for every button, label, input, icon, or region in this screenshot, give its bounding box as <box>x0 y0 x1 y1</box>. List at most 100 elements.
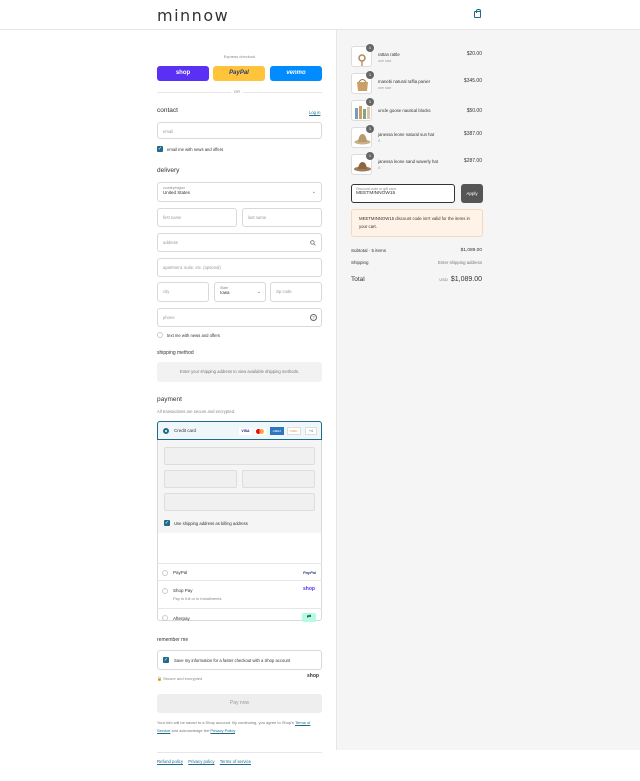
quantity-badge: 1 <box>366 152 374 160</box>
email-news-checkbox[interactable]: ✓ <box>157 146 163 152</box>
shopping-bag-icon[interactable] <box>474 9 481 18</box>
subtotal-label: Subtotal · 5 items <box>351 248 387 253</box>
divider <box>157 608 322 609</box>
afterpay-radio[interactable] <box>162 615 168 621</box>
country-value: United States <box>163 190 191 195</box>
help-icon[interactable]: ? <box>310 314 317 321</box>
security-code-field[interactable] <box>242 470 315 488</box>
remember-me-title: remember me <box>157 637 189 643</box>
expiration-field[interactable] <box>164 470 237 488</box>
apply-button[interactable]: Apply <box>461 184 483 203</box>
credit-card-radio[interactable] <box>163 428 169 434</box>
card-form: ✓ Use shipping address as billing addres… <box>158 440 321 533</box>
divider <box>157 563 322 564</box>
privacy-link[interactable]: Privacy Policy <box>210 728 235 733</box>
shop-pay-subtitle: Pay in full or in installments <box>173 596 222 601</box>
state-select[interactable]: State Iowa ⌄ <box>214 282 266 302</box>
product-name: janessa leone sand waverly hat <box>378 159 438 164</box>
or-label: OR <box>231 89 243 94</box>
product-variant: one size <box>378 59 392 63</box>
first-name-field[interactable]: first name <box>157 208 237 227</box>
contact-title: contact <box>157 107 178 114</box>
billing-checkbox[interactable]: ✓ <box>164 520 170 526</box>
product-name: rattan rattle <box>378 52 400 57</box>
product-price: $387.00 <box>463 131 482 137</box>
billing-label: Use shipping address as billing address <box>174 521 248 526</box>
discover-icon: DISC <box>287 427 301 435</box>
delivery-title: delivery <box>157 167 180 174</box>
discount-code-field[interactable]: Discount code or gift card MEETMINNOW15 <box>351 184 455 203</box>
shop-pay-radio[interactable] <box>162 588 168 594</box>
paypal-radio[interactable] <box>162 570 168 576</box>
search-icon <box>310 240 316 246</box>
amex-icon: AMEX <box>270 427 284 435</box>
payment-title: payment <box>157 396 182 403</box>
last-name-field[interactable]: last name <box>242 208 322 227</box>
shipping-notice: Enter your shipping address to view avai… <box>157 362 322 382</box>
product-variant: S <box>378 166 381 170</box>
paypal-button[interactable]: PayPal <box>213 66 265 81</box>
shipping-method-title: shipping method <box>157 350 194 356</box>
refund-policy-link[interactable]: Refund policy <box>157 759 183 764</box>
product-price: $50.00 <box>466 108 482 114</box>
shop-pay-button[interactable]: shop <box>157 66 209 81</box>
product-thumbnail: 1 <box>351 98 374 121</box>
country-select[interactable]: country/region United States ⌄ <box>157 182 322 202</box>
state-value: Iowa <box>220 290 230 295</box>
quantity-badge: 1 <box>366 44 374 52</box>
apartment-field[interactable]: apartment, suite, etc. (optional) <box>157 258 322 277</box>
name-on-card-field[interactable] <box>164 493 315 511</box>
visa-icon: VISA <box>239 428 252 435</box>
save-info-checkbox[interactable]: ✓ <box>163 657 169 663</box>
product-variant: S <box>378 139 381 143</box>
paypal-logo: PayPal <box>303 570 317 575</box>
shop-pay-logo: shop <box>303 586 315 592</box>
chevron-down-icon: ⌄ <box>256 289 261 295</box>
quantity-badge: 1 <box>366 71 374 79</box>
product-thumbnail: 1 <box>351 152 374 175</box>
total-label: Total <box>351 276 365 283</box>
product-thumbnail: 1 <box>351 125 374 148</box>
credit-card-label: Credit card <box>174 428 197 433</box>
footer-links: Refund policy Privacy policy Terms of se… <box>157 759 251 764</box>
shop-pay-label: Shop Pay <box>173 588 193 593</box>
shipping-value: Enter shipping address <box>438 260 482 265</box>
legal-text: Your info will be saved to a Shop accoun… <box>157 720 311 733</box>
phone-field[interactable]: phone ? <box>157 308 322 327</box>
payment-subtitle: All transactions are secure and encrypte… <box>157 409 236 414</box>
terms-of-service-link[interactable]: Terms of service <box>220 759 251 764</box>
discount-error-message: MEETMINNOW15 discount code isn't valid f… <box>351 209 483 237</box>
product-name: janessa leone natural sun hat <box>378 132 435 137</box>
city-field[interactable]: city <box>157 282 209 302</box>
venmo-button[interactable]: venmo <box>270 66 322 81</box>
subtotal-value: $1,089.00 <box>460 248 482 253</box>
total-value: USD $1,089.00 <box>439 276 482 283</box>
remember-me-box: ✓ Save my information for a faster check… <box>157 650 322 670</box>
email-field[interactable]: email <box>157 122 322 139</box>
zip-field[interactable]: zip code <box>270 282 322 302</box>
card-number-field[interactable] <box>164 447 315 465</box>
credit-card-option[interactable]: Credit card VISA AMEX DISC +4 <box>157 421 322 440</box>
currency-label: USD <box>439 277 448 282</box>
product-name: uncle goose nautical blocks <box>378 108 431 113</box>
product-variant: one size <box>378 86 392 90</box>
product-price: $20.00 <box>466 51 482 57</box>
privacy-policy-link[interactable]: Privacy policy <box>188 759 214 764</box>
pay-now-button[interactable]: Pay now <box>157 694 322 713</box>
discount-value: MEETMINNOW15 <box>356 191 396 196</box>
address-field[interactable]: address <box>157 233 322 252</box>
email-news-label: email me with news and offers <box>167 147 224 152</box>
quantity-badge: 1 <box>366 125 374 133</box>
order-summary: 1 rattan rattle one size $20.00 1 manebi… <box>336 30 640 750</box>
text-me-label: text me with news and offers <box>167 333 220 338</box>
save-info-label: Save my information for a faster checkou… <box>174 658 291 663</box>
login-link[interactable]: Log in <box>309 110 320 115</box>
secure-notice: 🔒 Secure and encrypted <box>157 676 203 681</box>
product-name: manebi natural raffia panier <box>378 79 431 84</box>
product-price: $287.00 <box>463 158 482 164</box>
divider <box>157 752 322 753</box>
paypal-label: PayPal <box>173 570 188 575</box>
logo[interactable]: minnow <box>157 6 229 25</box>
text-me-checkbox[interactable] <box>157 332 163 338</box>
afterpay-logo-icon: ⇄ <box>302 613 316 622</box>
